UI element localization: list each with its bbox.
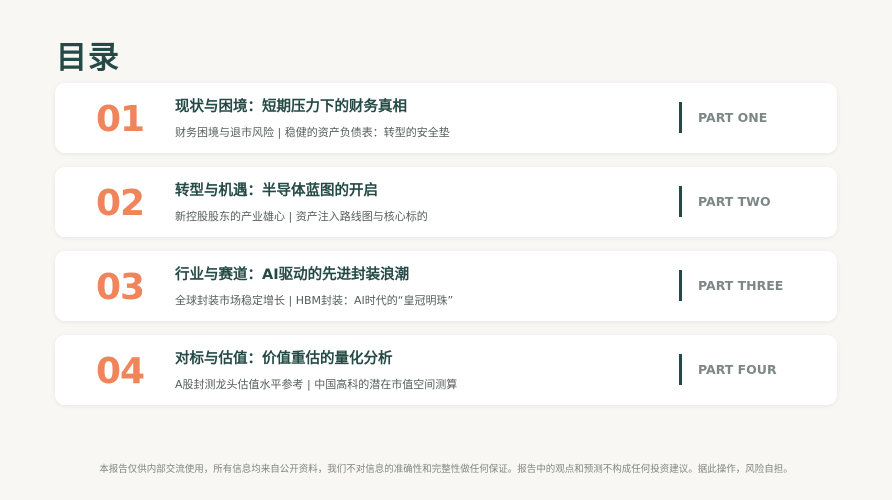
toc-item-heading: 转型与机遇：半导体蓝图的开启 <box>175 183 378 199</box>
toc-item-divider <box>679 354 682 385</box>
toc-item-subtitle: 全球封装市场稳定增长 | HBM封装：AI时代的“皇冠明珠” <box>175 294 454 307</box>
table-of-contents-page: 目录 01 现状与困境：短期压力下的财务真相 财务困境与退市风险 | 稳健的资产… <box>0 0 892 500</box>
toc-item-2[interactable]: 02 转型与机遇：半导体蓝图的开启 新控股股东的产业雄心 | 资产注入路线图与核… <box>55 167 837 237</box>
toc-item-number: 01 <box>96 99 145 140</box>
toc-item-3[interactable]: 03 行业与赛道：AI驱动的先进封装浪潮 全球封装市场稳定增长 | HBM封装：… <box>55 251 837 321</box>
toc-item-1[interactable]: 01 现状与困境：短期压力下的财务真相 财务困境与退市风险 | 稳健的资产负债表… <box>55 83 837 153</box>
toc-item-part-label: PART TWO <box>698 194 771 209</box>
toc-item-part-label: PART FOUR <box>698 362 777 377</box>
toc-item-number: 03 <box>96 267 145 308</box>
toc-item-number: 04 <box>96 351 145 392</box>
toc-item-heading: 对标与估值：价值重估的量化分析 <box>175 351 393 367</box>
toc-item-subtitle: 财务困境与退市风险 | 稳健的资产负债表：转型的安全垫 <box>175 126 450 139</box>
toc-item-part-label: PART THREE <box>698 278 784 293</box>
toc-item-divider <box>679 270 682 301</box>
toc-item-subtitle: 新控股股东的产业雄心 | 资产注入路线图与核心标的 <box>175 210 428 223</box>
toc-item-4[interactable]: 04 对标与估值：价值重估的量化分析 A股封测龙头估值水平参考 | 中国高科的潜… <box>55 335 837 405</box>
page-title: 目录 <box>56 40 120 76</box>
disclaimer-footer: 本报告仅供内部交流使用，所有信息均来自公开资料，我们不对信息的准确性和完整性做任… <box>99 464 793 475</box>
toc-item-divider <box>679 186 682 217</box>
toc-item-part-label: PART ONE <box>698 110 768 125</box>
toc-item-subtitle: A股封测龙头估值水平参考 | 中国高科的潜在市值空间测算 <box>175 378 458 391</box>
toc-item-heading: 现状与困境：短期压力下的财务真相 <box>175 99 407 115</box>
toc-item-number: 02 <box>96 183 145 224</box>
toc-item-heading: 行业与赛道：AI驱动的先进封装浪潮 <box>175 267 410 283</box>
toc-item-divider <box>679 102 682 133</box>
